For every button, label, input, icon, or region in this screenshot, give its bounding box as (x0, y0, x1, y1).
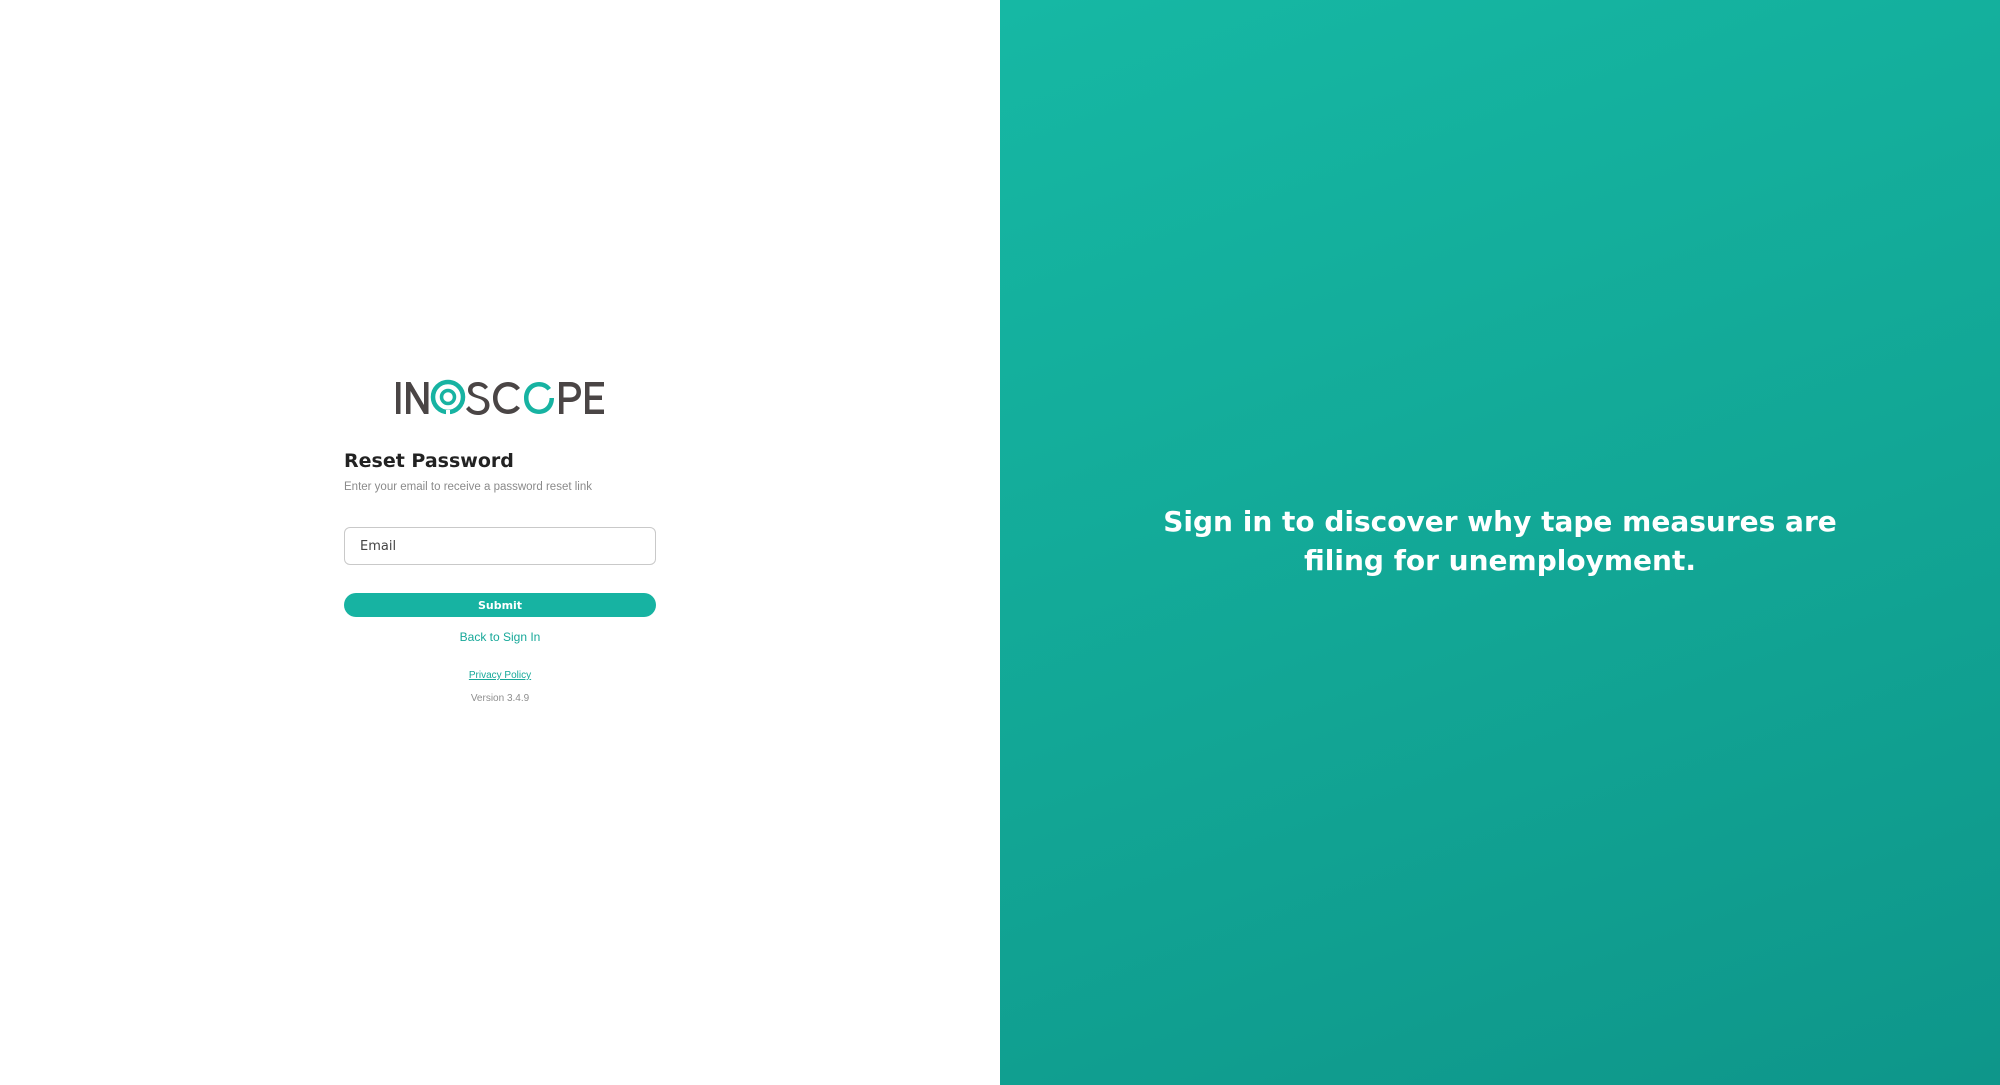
version-label: Version 3.4.9 (470, 693, 530, 704)
submit-button[interactable]: Submit (344, 593, 656, 617)
email-field[interactable] (344, 527, 656, 565)
inoscope-logo (396, 379, 604, 416)
page-title: Reset Password (344, 450, 514, 472)
privacy-policy-link[interactable]: Privacy Policy (344, 670, 656, 681)
hero-panel: Sign in to discover why tape measures ar… (1000, 0, 2000, 1085)
reset-password-page: Reset Password Enter your email to recei… (0, 0, 2000, 1085)
back-to-sign-in-link[interactable]: Back to Sign In (344, 630, 656, 644)
page-subtitle: Enter your email to receive a password r… (344, 481, 592, 493)
form-panel: Reset Password Enter your email to recei… (0, 0, 1000, 1085)
hero-tagline: Sign in to discover why tape measures ar… (1163, 505, 1837, 577)
